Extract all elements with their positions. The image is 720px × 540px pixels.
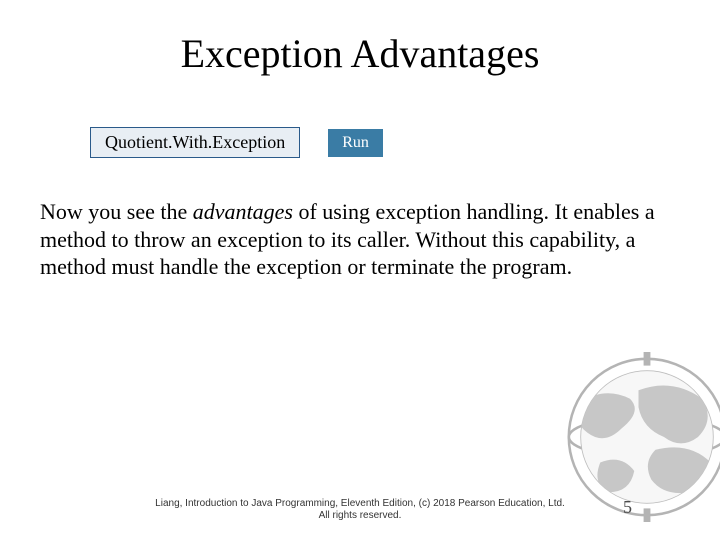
footer: Liang, Introduction to Java Programming,… (0, 498, 720, 522)
body-italic: advantages (193, 199, 293, 224)
footer-line2: All rights reserved. (0, 510, 720, 522)
slide-title: Exception Advantages (30, 30, 690, 77)
body-seg1: Now you see the (40, 199, 193, 224)
button-row: Quotient.With.Exception Run (90, 127, 690, 158)
code-example-button[interactable]: Quotient.With.Exception (90, 127, 300, 158)
run-button[interactable]: Run (328, 129, 383, 157)
body-paragraph: Now you see the advantages of using exce… (40, 198, 680, 281)
globe-icon (562, 352, 720, 522)
footer-line1: Liang, Introduction to Java Programming,… (0, 498, 720, 510)
slide: Exception Advantages Quotient.With.Excep… (0, 0, 720, 540)
